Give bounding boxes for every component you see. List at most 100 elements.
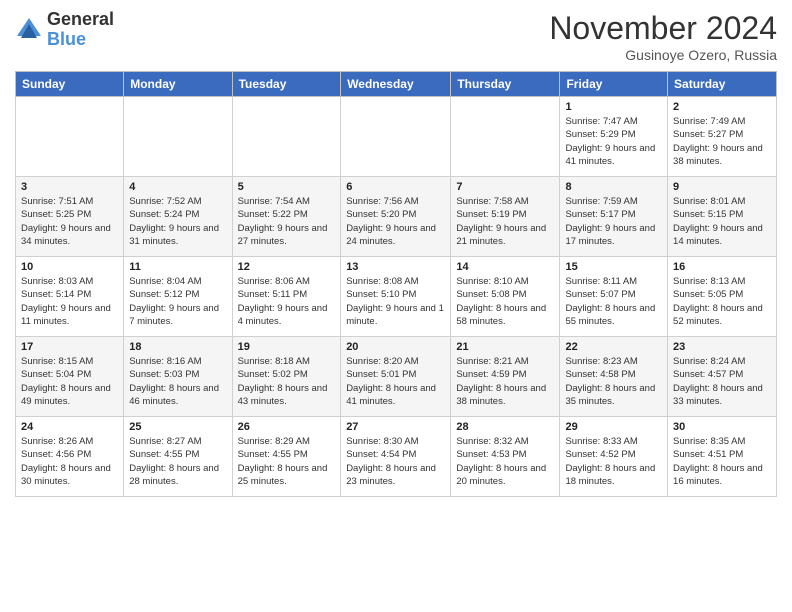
day-number: 9 — [673, 181, 771, 193]
day-number: 25 — [129, 421, 226, 433]
logo-icon — [15, 16, 43, 44]
day-number: 26 — [238, 421, 336, 433]
table-row: 20 Sunrise: 8:20 AM Sunset: 5:01 PM Dayli… — [341, 337, 451, 417]
day-number: 2 — [673, 101, 771, 113]
table-row: 1 Sunrise: 7:47 AM Sunset: 5:29 PM Daylig… — [560, 97, 668, 177]
table-row: 11 Sunrise: 8:04 AM Sunset: 5:12 PM Dayli… — [124, 257, 232, 337]
day-number: 3 — [21, 181, 118, 193]
day-number: 20 — [346, 341, 445, 353]
day-info: Sunrise: 8:04 AM Sunset: 5:12 PM Dayligh… — [129, 275, 226, 328]
col-thursday: Thursday — [451, 72, 560, 97]
table-row: 6 Sunrise: 7:56 AM Sunset: 5:20 PM Daylig… — [341, 177, 451, 257]
day-number: 23 — [673, 341, 771, 353]
day-number: 1 — [565, 101, 662, 113]
day-info: Sunrise: 8:35 AM Sunset: 4:51 PM Dayligh… — [673, 435, 771, 488]
table-row — [451, 97, 560, 177]
month-title: November 2024 — [549, 10, 777, 47]
table-row: 16 Sunrise: 8:13 AM Sunset: 5:05 PM Dayli… — [668, 257, 777, 337]
table-row: 27 Sunrise: 8:30 AM Sunset: 4:54 PM Dayli… — [341, 417, 451, 497]
col-monday: Monday — [124, 72, 232, 97]
col-saturday: Saturday — [668, 72, 777, 97]
calendar-week-row: 24 Sunrise: 8:26 AM Sunset: 4:56 PM Dayli… — [16, 417, 777, 497]
table-row: 2 Sunrise: 7:49 AM Sunset: 5:27 PM Daylig… — [668, 97, 777, 177]
day-info: Sunrise: 8:10 AM Sunset: 5:08 PM Dayligh… — [456, 275, 554, 328]
day-number: 21 — [456, 341, 554, 353]
day-info: Sunrise: 8:18 AM Sunset: 5:02 PM Dayligh… — [238, 355, 336, 408]
day-info: Sunrise: 7:56 AM Sunset: 5:20 PM Dayligh… — [346, 195, 445, 248]
day-info: Sunrise: 8:08 AM Sunset: 5:10 PM Dayligh… — [346, 275, 445, 328]
day-number: 8 — [565, 181, 662, 193]
day-number: 7 — [456, 181, 554, 193]
table-row: 29Sunrise: 8:33 AM Sunset: 4:52 PM Dayli… — [560, 417, 668, 497]
col-friday: Friday — [560, 72, 668, 97]
table-row: 14Sunrise: 8:10 AM Sunset: 5:08 PM Dayli… — [451, 257, 560, 337]
day-info: Sunrise: 7:52 AM Sunset: 5:24 PM Dayligh… — [129, 195, 226, 248]
day-number: 6 — [346, 181, 445, 193]
day-number: 5 — [238, 181, 336, 193]
day-info: Sunrise: 7:54 AM Sunset: 5:22 PM Dayligh… — [238, 195, 336, 248]
table-row: 10 Sunrise: 8:03 AM Sunset: 5:14 PM Dayli… — [16, 257, 124, 337]
location: Gusinoye Ozero, Russia — [549, 47, 777, 63]
day-info: Sunrise: 8:13 AM Sunset: 5:05 PM Dayligh… — [673, 275, 771, 328]
calendar-week-row: 3Sunrise: 7:51 AM Sunset: 5:25 PM Daylig… — [16, 177, 777, 257]
day-number: 13 — [346, 261, 445, 273]
day-number: 27 — [346, 421, 445, 433]
table-row: 25 Sunrise: 8:27 AM Sunset: 4:55 PM Dayli… — [124, 417, 232, 497]
day-number: 16 — [673, 261, 771, 273]
calendar-table: Sunday Monday Tuesday Wednesday Thursday… — [15, 71, 777, 497]
table-row: 24 Sunrise: 8:26 AM Sunset: 4:56 PM Dayli… — [16, 417, 124, 497]
day-info: Sunrise: 8:11 AM Sunset: 5:07 PM Dayligh… — [565, 275, 662, 328]
logo-blue-text: Blue — [47, 29, 86, 49]
day-number: 17 — [21, 341, 118, 353]
day-info: Sunrise: 8:21 AM Sunset: 4:59 PM Dayligh… — [456, 355, 554, 408]
table-row — [124, 97, 232, 177]
day-info: Sunrise: 8:20 AM Sunset: 5:01 PM Dayligh… — [346, 355, 445, 408]
title-block: November 2024 Gusinoye Ozero, Russia — [549, 10, 777, 63]
day-number: 4 — [129, 181, 226, 193]
day-number: 24 — [21, 421, 118, 433]
day-number: 18 — [129, 341, 226, 353]
day-number: 28 — [456, 421, 554, 433]
day-number: 10 — [21, 261, 118, 273]
table-row: 26Sunrise: 8:29 AM Sunset: 4:55 PM Dayli… — [232, 417, 341, 497]
day-number: 15 — [565, 261, 662, 273]
day-info: Sunrise: 8:03 AM Sunset: 5:14 PM Dayligh… — [21, 275, 118, 328]
day-number: 30 — [673, 421, 771, 433]
col-tuesday: Tuesday — [232, 72, 341, 97]
day-info: Sunrise: 8:24 AM Sunset: 4:57 PM Dayligh… — [673, 355, 771, 408]
calendar-week-row: 1 Sunrise: 7:47 AM Sunset: 5:29 PM Daylig… — [16, 97, 777, 177]
table-row: 4 Sunrise: 7:52 AM Sunset: 5:24 PM Daylig… — [124, 177, 232, 257]
table-row: 23 Sunrise: 8:24 AM Sunset: 4:57 PM Dayli… — [668, 337, 777, 417]
table-row — [341, 97, 451, 177]
col-wednesday: Wednesday — [341, 72, 451, 97]
day-info: Sunrise: 8:30 AM Sunset: 4:54 PM Dayligh… — [346, 435, 445, 488]
day-number: 11 — [129, 261, 226, 273]
calendar-week-row: 10 Sunrise: 8:03 AM Sunset: 5:14 PM Dayli… — [16, 257, 777, 337]
calendar-week-row: 17 Sunrise: 8:15 AM Sunset: 5:04 PM Dayli… — [16, 337, 777, 417]
table-row: 28 Sunrise: 8:32 AM Sunset: 4:53 PM Dayli… — [451, 417, 560, 497]
day-info: Sunrise: 7:49 AM Sunset: 5:27 PM Dayligh… — [673, 115, 771, 168]
day-info: Sunrise: 8:15 AM Sunset: 5:04 PM Dayligh… — [21, 355, 118, 408]
table-row: 5 Sunrise: 7:54 AM Sunset: 5:22 PM Daylig… — [232, 177, 341, 257]
calendar-header-row: Sunday Monday Tuesday Wednesday Thursday… — [16, 72, 777, 97]
day-info: Sunrise: 7:47 AM Sunset: 5:29 PM Dayligh… — [565, 115, 662, 168]
table-row: 8 Sunrise: 7:59 AM Sunset: 5:17 PM Daylig… — [560, 177, 668, 257]
day-info: Sunrise: 8:16 AM Sunset: 5:03 PM Dayligh… — [129, 355, 226, 408]
logo: General Blue — [15, 10, 114, 50]
day-info: Sunrise: 7:59 AM Sunset: 5:17 PM Dayligh… — [565, 195, 662, 248]
day-info: Sunrise: 8:26 AM Sunset: 4:56 PM Dayligh… — [21, 435, 118, 488]
day-info: Sunrise: 8:27 AM Sunset: 4:55 PM Dayligh… — [129, 435, 226, 488]
day-info: Sunrise: 8:01 AM Sunset: 5:15 PM Dayligh… — [673, 195, 771, 248]
day-info: Sunrise: 8:32 AM Sunset: 4:53 PM Dayligh… — [456, 435, 554, 488]
day-number: 22 — [565, 341, 662, 353]
day-number: 29 — [565, 421, 662, 433]
col-sunday: Sunday — [16, 72, 124, 97]
page-container: General Blue November 2024 Gusinoye Ozer… — [0, 0, 792, 502]
day-info: Sunrise: 7:58 AM Sunset: 5:19 PM Dayligh… — [456, 195, 554, 248]
table-row — [16, 97, 124, 177]
table-row: 30 Sunrise: 8:35 AM Sunset: 4:51 PM Dayli… — [668, 417, 777, 497]
table-row: 22 Sunrise: 8:23 AM Sunset: 4:58 PM Dayli… — [560, 337, 668, 417]
table-row — [232, 97, 341, 177]
table-row: 9 Sunrise: 8:01 AM Sunset: 5:15 PM Daylig… — [668, 177, 777, 257]
day-info: Sunrise: 8:23 AM Sunset: 4:58 PM Dayligh… — [565, 355, 662, 408]
